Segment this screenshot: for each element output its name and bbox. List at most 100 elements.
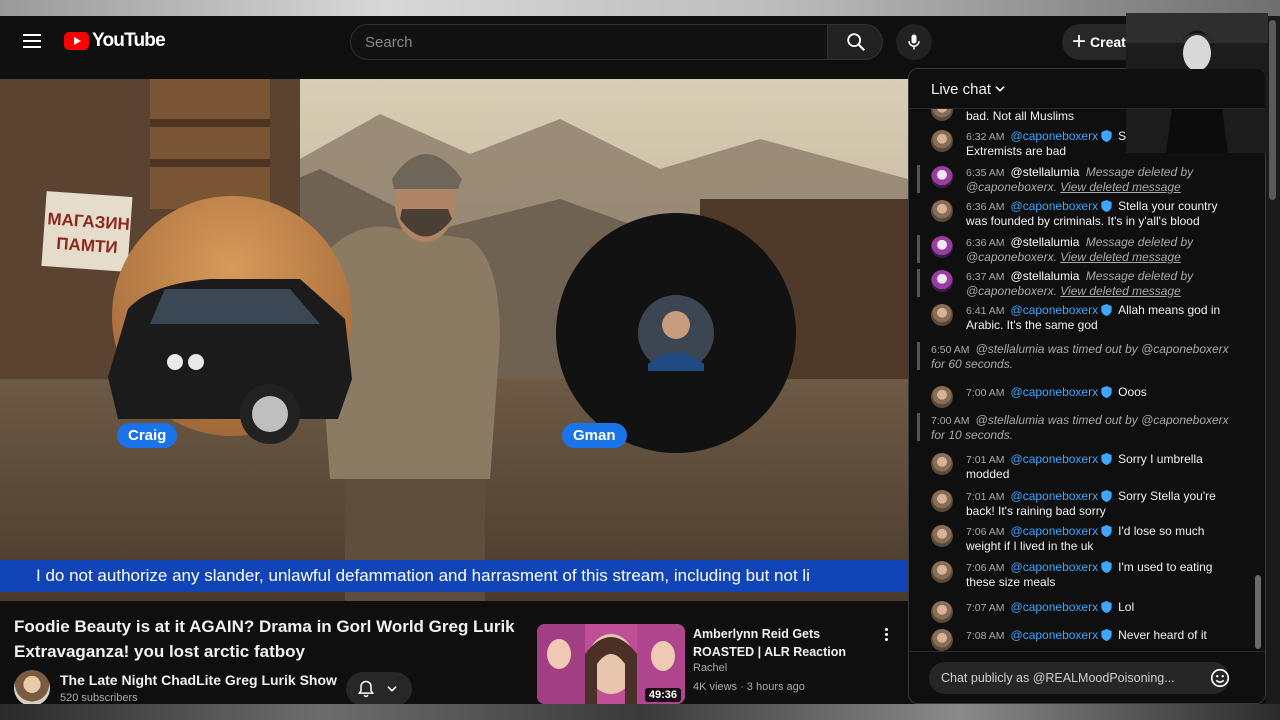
timestamp: 7:01 AM [966,491,1005,503]
timestamp: 7:07 AM [966,602,1005,614]
video-title: Foodie Beauty is at it AGAIN? Drama in G… [14,617,515,661]
chevron-down-icon[interactable] [993,82,1007,96]
chat-message-deleted: 6:37 AM @stellalumia Message deleted by @… [909,269,1254,298]
recommended-meta: 4K views · 3 hours ago [693,681,805,693]
more-vert-icon[interactable] [878,626,894,644]
author-name[interactable]: @caponeboxerx [1011,199,1099,213]
scrolling-ticker: I do not authorize any slander, unlawful… [0,560,908,592]
author-name[interactable]: @caponeboxerx [1011,560,1099,574]
youtube-logo[interactable]: YouTube [64,30,166,52]
notification-bell-button[interactable] [346,672,412,706]
author-name[interactable]: @caponeboxerx [1011,489,1099,503]
plus-icon: + [1072,28,1087,55]
avatar[interactable] [931,270,953,292]
notice-text: @stellalumia was timed out by @caponebox… [931,413,1229,442]
timestamp: 7:00 AM [931,415,970,427]
avatar[interactable] [931,386,953,408]
avatar[interactable] [931,200,953,222]
avatar [931,109,953,121]
chat-scrollbar-thumb[interactable] [1255,575,1261,649]
view-deleted-link[interactable]: View deleted message [1060,180,1181,194]
search-button[interactable] [827,24,883,60]
subscriber-count: 520 subscribers [60,692,138,704]
timestamp: 6:35 AM [966,167,1005,179]
channel-name[interactable]: The Late Night ChadLite Greg Lurik Show [60,672,337,688]
cam-label-craig: Craig [117,423,178,448]
moderator-shield-icon [1101,386,1112,398]
chat-header: Live chat [909,69,1265,109]
chat-message-deleted: 6:36 AM @stellalumia Message deleted by @… [909,235,1254,264]
avatar[interactable] [931,561,953,583]
avatar[interactable] [931,525,953,547]
avatar[interactable] [931,130,953,152]
timestamp: 7:08 AM [966,630,1005,642]
chat-input[interactable] [929,662,1229,694]
author-name[interactable]: @stellalumia [1011,269,1080,283]
timestamp: 6:37 AM [966,271,1005,283]
bell-icon [357,680,375,698]
avatar[interactable] [931,304,953,326]
author-name[interactable]: @caponeboxerx [1011,600,1099,614]
view-deleted-link[interactable]: View deleted message [1060,284,1181,298]
timestamp: 6:50 AM [931,344,970,356]
notice-text: @stellalumia was timed out by @caponebox… [931,342,1229,371]
desktop-bottom-strip [0,704,1280,720]
moderator-shield-icon [1101,490,1112,502]
author-name[interactable]: @stellalumia [1011,235,1080,249]
recommended-channel[interactable]: Rachel [693,662,727,674]
video-duration: 49:36 [644,688,681,702]
chat-title[interactable]: Live chat [931,81,991,98]
timestamp: 7:06 AM [966,526,1005,538]
message-text: Never heard of it [1118,628,1207,642]
moderation-notice: 6:50 AM @stellalumia was timed out by @ca… [909,342,1254,371]
create-label: Creat [1090,34,1126,50]
page-scrollbar-thumb[interactable] [1269,20,1276,200]
moderation-notice: 7:00 AM @stellalumia was timed out by @ca… [909,413,1254,442]
moderator-shield-icon [1101,629,1112,641]
page-scrollbar[interactable] [1266,16,1280,704]
search-input[interactable] [351,25,827,59]
recommended-thumbnail[interactable]: 49:36 [537,624,685,704]
timestamp: 7:00 AM [966,387,1005,399]
video-player[interactable]: МАГАЗИН ПАМТИ Craig Gman I do not author… [0,79,908,601]
cam-label-gman: Gman [562,423,627,448]
moderator-shield-icon [1101,453,1112,465]
author-name[interactable]: @caponeboxerx [1011,303,1099,317]
moderator-shield-icon [1101,130,1112,142]
masthead: YouTube + Creat [0,16,1280,68]
view-deleted-link[interactable]: View deleted message [1060,250,1181,264]
channel-avatar[interactable] [14,670,50,706]
author-name[interactable]: @caponeboxerx [1011,628,1099,642]
avatar[interactable] [931,490,953,512]
search-box [350,24,828,60]
author-name[interactable]: @stellalumia [1011,165,1080,179]
video-info: Foodie Beauty is at it AGAIN? Drama in G… [0,601,908,706]
timestamp: 6:41 AM [966,305,1005,317]
chat-message-list[interactable]: bad. Not all Muslims 6:32 AM @caponeboxer… [909,109,1265,651]
search-icon [847,33,865,51]
author-name[interactable]: @caponeboxerx [1011,452,1099,466]
voice-search-button[interactable] [896,24,932,60]
avatar[interactable] [931,236,953,258]
moderator-shield-icon [1101,200,1112,212]
moderator-shield-icon [1101,525,1112,537]
chat-input-box [929,662,1229,694]
timestamp: 7:01 AM [966,454,1005,466]
menu-icon[interactable] [20,30,44,54]
timestamp: 6:36 AM [966,237,1005,249]
avatar[interactable] [931,629,953,651]
avatar[interactable] [931,166,953,188]
author-name[interactable]: @caponeboxerx [1011,524,1099,538]
author-name[interactable]: @caponeboxerx [1011,385,1099,399]
emoji-icon[interactable] [1209,667,1231,689]
logo-text: YouTube [92,30,166,51]
avatar[interactable] [931,601,953,623]
moderator-shield-icon [1101,304,1112,316]
recommended-title[interactable]: Amberlynn Reid Gets ROASTED | ALR Reacti… [693,625,863,661]
message-text: Lol [1118,600,1135,614]
avatar[interactable] [931,453,953,475]
message-text: Ooos [1118,385,1147,399]
chat-input-area [909,651,1265,703]
author-name[interactable]: @caponeboxerx [1011,129,1099,143]
timestamp: 6:36 AM [966,201,1005,213]
